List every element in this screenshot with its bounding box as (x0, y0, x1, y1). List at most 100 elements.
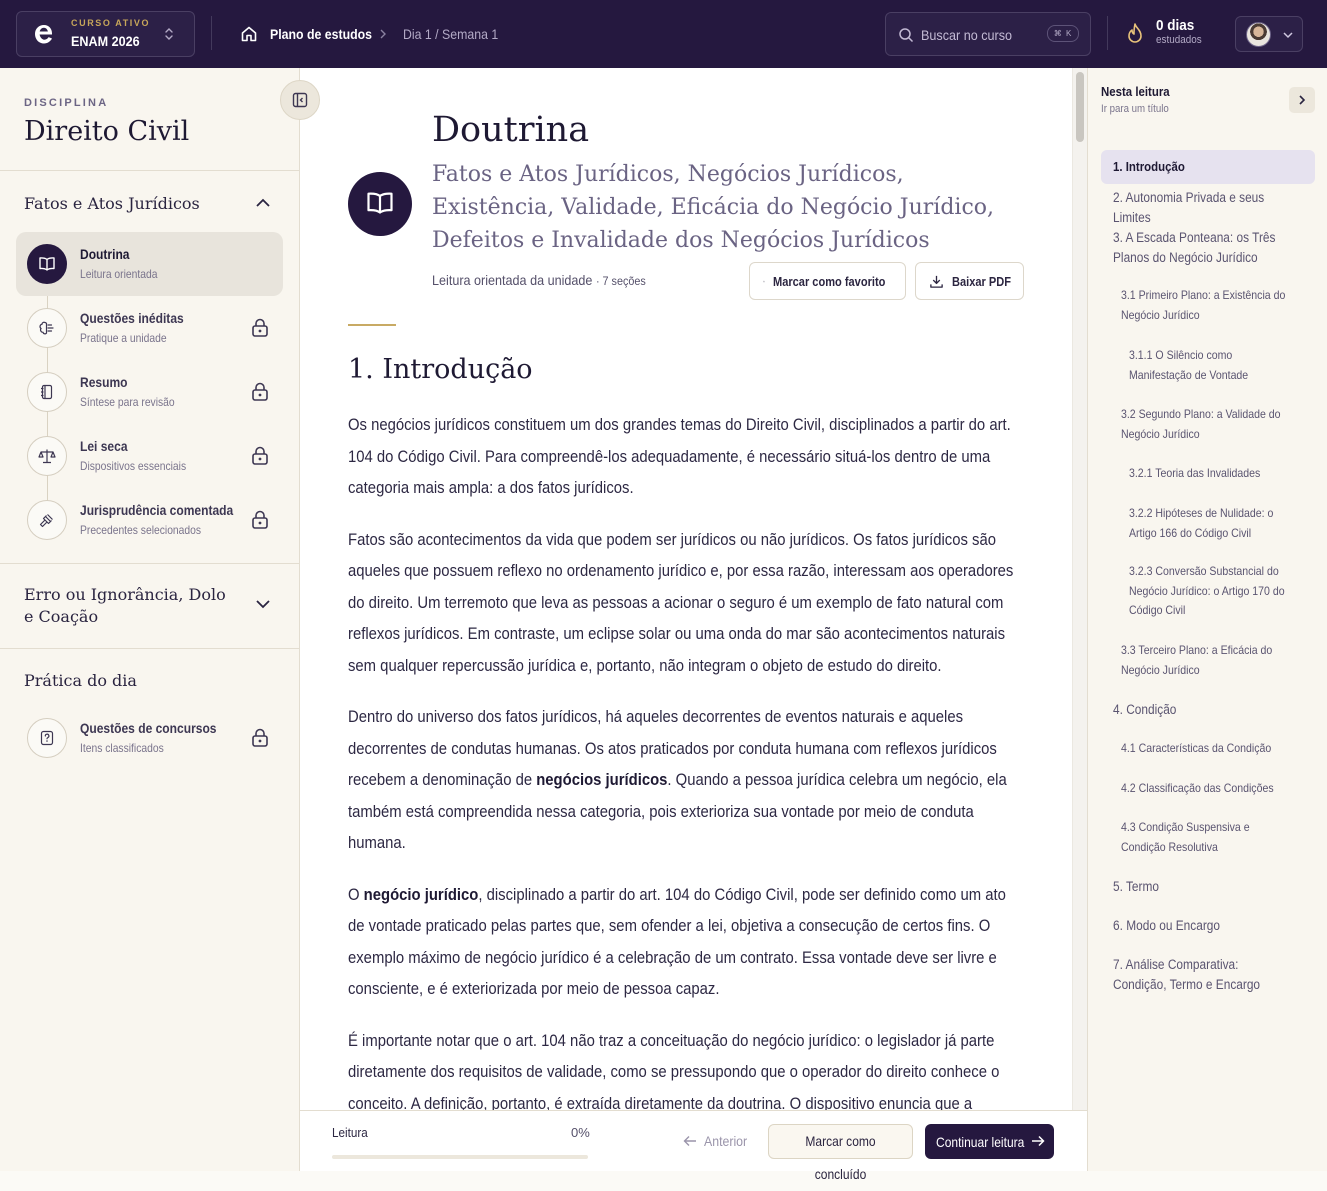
article-body: Os negócios jurídicos constituem um dos … (348, 410, 1028, 1111)
collapse-sidebar-button[interactable] (280, 80, 320, 120)
toc-item[interactable]: 3. A Escada Ponteana: os Três Planos do … (1113, 228, 1315, 267)
breadcrumb-home-link[interactable]: Plano de estudos (270, 26, 372, 42)
toc-item-label: 3.2.2 Hipóteses de Nulidade: o Artigo 16… (1129, 506, 1274, 540)
toc-item-label: 3.3 Terceiro Plano: a Eficácia do Negóci… (1121, 643, 1273, 677)
toc-item[interactable]: 2. Autonomia Privada e seus Limites (1113, 188, 1315, 227)
star-icon (763, 280, 765, 282)
lock-icon (252, 318, 268, 337)
gavel-icon (27, 500, 67, 540)
toc-item[interactable]: 7. Análise Comparativa: Condição, Termo … (1113, 955, 1315, 994)
lock-icon (252, 382, 268, 401)
toc-item[interactable]: 3.2.2 Hipóteses de Nulidade: o Artigo 16… (1129, 504, 1315, 543)
section-title-pratica-do-dia: Prática do dia (24, 671, 137, 690)
page-title: Doutrina (432, 110, 590, 150)
download-pdf-button[interactable]: Baixar PDF (915, 262, 1024, 300)
section-toggle-erro-dolo[interactable]: Erro ou Ignorância, Dolo e Coação (24, 584, 234, 628)
section-toggle-fatos-atos[interactable]: Fatos e Atos Jurídicos (24, 194, 200, 213)
discipline-title: Direito Civil (24, 116, 190, 147)
search-icon (899, 28, 914, 43)
mark-complete-button[interactable]: Marcar como concluído (768, 1124, 913, 1182)
toc-item[interactable]: 3.1.1 O Silêncio como Manifestação de Vo… (1129, 346, 1315, 385)
continue-reading-button[interactable]: Continuar leitura (925, 1124, 1054, 1159)
scrollbar-thumb[interactable] (1076, 72, 1084, 142)
question-file-icon (27, 718, 67, 758)
page-subtitle: Fatos e Atos Jurídicos, Negócios Jurídic… (432, 162, 994, 253)
toc-item[interactable]: 4. Condição (1113, 700, 1315, 720)
divider (0, 563, 300, 564)
paragraph-text: O (348, 885, 364, 904)
brain-icon (27, 308, 67, 348)
toc-subtitle: Ir para um título (1101, 103, 1169, 115)
bold-term: negócio jurídico (363, 885, 479, 904)
item-title: Jurisprudência comentada (80, 502, 234, 518)
section-divider (348, 324, 396, 326)
user-menu[interactable] (1235, 16, 1303, 52)
toc-item[interactable]: 3.3 Terceiro Plano: a Eficácia do Negóci… (1121, 641, 1315, 680)
paragraph: Os negócios jurídicos constituem um dos … (348, 416, 1011, 497)
toc-item[interactable]: 4.3 Condição Suspensiva e Condição Resol… (1121, 818, 1315, 857)
toc-item[interactable]: 3.1 Primeiro Plano: a Existência do Negó… (1121, 286, 1315, 325)
progress-bar (332, 1155, 588, 1159)
toc-item[interactable]: 3.2.1 Teoria das Invalidades (1129, 464, 1315, 484)
toc-item[interactable]: 1. Introdução (1101, 150, 1315, 184)
toc-item-label: 6. Modo ou Encargo (1113, 918, 1221, 933)
sidebar-item-lei-seca[interactable]: Lei seca Dispositivos essenciais (16, 424, 283, 488)
paragraph: Fatos são acontecimentos da vida que pod… (348, 530, 1014, 675)
chevron-down-icon[interactable] (255, 598, 271, 610)
item-subtitle: Dispositivos essenciais (80, 459, 187, 473)
paragraph: O negócio jurídico, disciplinado a parti… (348, 880, 1023, 1006)
progress-value: 0% (571, 1125, 590, 1140)
lock-icon (252, 728, 268, 747)
toc-toggle-button[interactable] (1289, 87, 1315, 113)
discipline-kicker: DISCIPLINA (24, 97, 109, 109)
lock-icon (252, 510, 268, 529)
item-subtitle: Precedentes selecionados (80, 523, 202, 537)
toc-item-label: 3.1 Primeiro Plano: a Existência do Negó… (1121, 288, 1286, 322)
toc-item-label: 3. A Escada Ponteana: os Três Planos do … (1113, 230, 1276, 265)
sidebar-item-resumo[interactable]: Resumo Síntese para revisão (16, 360, 283, 424)
toc-item[interactable]: 3.2.3 Conversão Substancial do Negócio J… (1129, 562, 1315, 621)
item-title: Questões inéditas (80, 310, 184, 326)
toc-item-label: 1. Introdução (1113, 159, 1185, 174)
search-shortcut-badge: ⌘ K (1047, 25, 1079, 42)
course-switcher[interactable]: CURSO ATIVO ENAM 2026 (16, 11, 195, 57)
chevron-up-icon[interactable] (255, 197, 271, 209)
item-subtitle: Síntese para revisão (80, 395, 175, 409)
favorite-label: Marcar como favorito (772, 273, 886, 289)
toc-item-label: 7. Análise Comparativa: Condição, Termo … (1113, 957, 1261, 992)
chevron-right-icon (380, 29, 386, 39)
toc-item[interactable]: 5. Termo (1113, 877, 1315, 897)
sidebar-item-doutrina[interactable]: Doutrina Leitura orientada (16, 232, 283, 296)
divider (211, 16, 212, 50)
breadcrumb-current: Dia 1 / Semana 1 (403, 26, 499, 42)
toc-item-label: 4. Condição (1113, 702, 1177, 717)
chevron-down-icon (1283, 32, 1293, 39)
previous-button[interactable]: Anterior (683, 1133, 753, 1149)
favorite-button[interactable]: Marcar como favorito (749, 262, 906, 300)
toc-item-label: 4.3 Condição Suspensiva e Condição Resol… (1121, 820, 1250, 854)
toc-item-label: 5. Termo (1113, 879, 1160, 894)
item-title: Doutrina (80, 246, 130, 262)
streak-label: estudados (1156, 34, 1202, 46)
sidebar-item-questoes-concursos[interactable]: Questões de concursos Itens classificado… (16, 706, 283, 770)
toc-item-label: 2. Autonomia Privada e seus Limites (1113, 190, 1265, 225)
sections-count: · 7 seções (595, 274, 646, 288)
mark-complete-label: Marcar como concluído (805, 1133, 876, 1182)
toc-item-label: 3.2.1 Teoria das Invalidades (1129, 466, 1261, 480)
reading-pane: Doutrina Fatos e Atos Jurídicos, Negócio… (300, 68, 1072, 1111)
item-title: Resumo (80, 374, 128, 390)
sidebar-item-jurisprudencia[interactable]: Jurisprudência comentada Precedentes sel… (16, 488, 283, 552)
toc-item[interactable]: 6. Modo ou Encargo (1113, 916, 1315, 936)
scrollbar[interactable] (1072, 68, 1087, 1110)
item-subtitle: Pratique a unidade (80, 331, 167, 345)
search-input[interactable]: Buscar no curso ⌘ K (885, 12, 1091, 56)
flame-icon (1128, 23, 1142, 43)
toc-title: Nesta leitura (1101, 84, 1170, 99)
chevron-right-icon (1299, 95, 1306, 105)
sidebar-item-questoes-ineditas[interactable]: Questões inéditas Pratique a unidade (16, 296, 283, 360)
toc-item[interactable]: 3.2 Segundo Plano: a Validade do Negócio… (1121, 405, 1315, 444)
toc-item[interactable]: 4.2 Classificação das Condições (1121, 779, 1315, 799)
home-icon[interactable] (240, 25, 258, 43)
toc-item[interactable]: 4.1 Características da Condição (1121, 739, 1315, 759)
arrow-right-icon (1032, 1135, 1045, 1147)
